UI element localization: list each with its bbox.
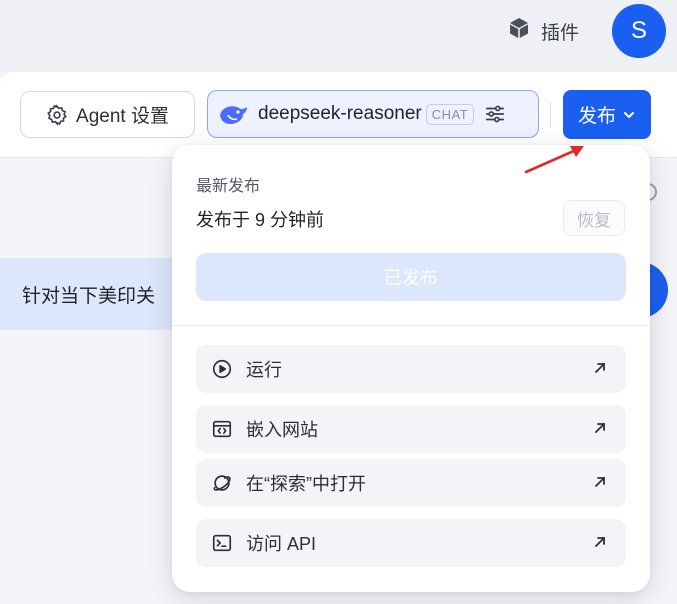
- menu-item-label: 运行: [246, 360, 282, 380]
- menu-item-label: 访问 API: [246, 534, 317, 554]
- published-button[interactable]: 已发布: [196, 253, 626, 301]
- cube-icon: [507, 16, 531, 46]
- external-arrow-icon: [592, 360, 608, 376]
- menu-item-label: 嵌入网站: [246, 420, 318, 440]
- external-arrow-icon: [592, 534, 608, 550]
- prompt-message-bubble: 针对当下美印关: [0, 258, 200, 330]
- deepseek-whale-logo: [218, 101, 250, 127]
- play-circle-icon: [211, 358, 233, 380]
- menu-item-embed-website[interactable]: 嵌入网站: [196, 405, 626, 453]
- terminal-icon: [211, 532, 233, 554]
- menu-item-access-api[interactable]: 访问 API: [196, 519, 626, 567]
- publish-label: 发布: [577, 106, 616, 127]
- plugins-label: 插件: [541, 22, 580, 44]
- dropdown-divider: [172, 325, 650, 326]
- top-header: 插件 S: [0, 0, 677, 72]
- agent-settings-label: Agent 设置: [76, 106, 169, 127]
- model-name: deepseek-reasoner: [258, 103, 422, 124]
- model-type-tag: CHAT: [425, 103, 475, 125]
- menu-item-run[interactable]: 运行: [196, 345, 626, 393]
- embed-code-icon: [211, 418, 233, 440]
- latest-publish-heading: 最新发布: [196, 178, 261, 195]
- restore-button[interactable]: 恢复: [563, 200, 625, 236]
- external-arrow-icon: [592, 474, 608, 490]
- gear-icon: [46, 103, 68, 126]
- user-avatar[interactable]: S: [612, 4, 666, 58]
- chevron-down-icon: [622, 108, 636, 122]
- menu-item-label: 在“探索”中打开: [246, 474, 366, 494]
- annotation-arrow: [524, 146, 584, 174]
- agent-settings-button[interactable]: Agent 设置: [20, 91, 195, 138]
- sliders-icon[interactable]: [484, 103, 506, 125]
- toolbar-divider: [550, 102, 551, 128]
- menu-item-open-in-explore[interactable]: 在“探索”中打开: [196, 459, 626, 507]
- prompt-text: 针对当下美印关: [22, 285, 156, 307]
- external-arrow-icon: [592, 420, 608, 436]
- model-selector[interactable]: deepseek-reasoner CHAT: [207, 90, 539, 138]
- publish-button[interactable]: 发布: [563, 90, 651, 139]
- publish-time: 发布于 9 分钟前: [196, 210, 325, 230]
- publish-dropdown: 最新发布 发布于 9 分钟前 恢复 已发布 运行 嵌入网站 在“探索”中打开 访…: [172, 145, 650, 592]
- explore-planet-icon: [211, 472, 233, 494]
- plugins-button[interactable]: 插件: [507, 14, 579, 48]
